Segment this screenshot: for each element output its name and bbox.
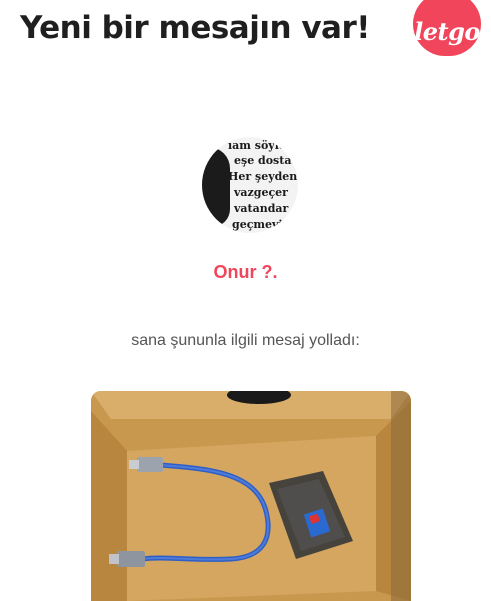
avatar-text-line: geçmevi [232, 218, 283, 231]
sender-name[interactable]: Onur ?. [0, 262, 491, 283]
usb-plug-a [137, 457, 163, 472]
avatar-text-line: vazgeçer [234, 186, 288, 199]
avatar-text-line: Her şeyden [228, 170, 298, 183]
sender-avatar[interactable]: ıam söyle eşe dosta Her şeyden vazgeçer … [202, 137, 298, 233]
box-right-shadow [391, 391, 411, 601]
avatar-text-line: ıam söyle [228, 139, 286, 152]
logo-text: letgo [414, 16, 480, 46]
avatar-silhouette [202, 147, 230, 227]
product-image[interactable] [91, 391, 411, 601]
letgo-logo[interactable]: letgo [413, 0, 481, 56]
usb-plug-b [117, 551, 145, 567]
page-title: Yeni bir mesajın var! [20, 10, 370, 46]
avatar-text-line: eşe dosta [234, 154, 292, 167]
avatar-text-line: vatandar [234, 202, 289, 215]
message-text: sana şununla ilgili mesaj yolladı: [131, 332, 360, 349]
product-photo [91, 391, 411, 601]
